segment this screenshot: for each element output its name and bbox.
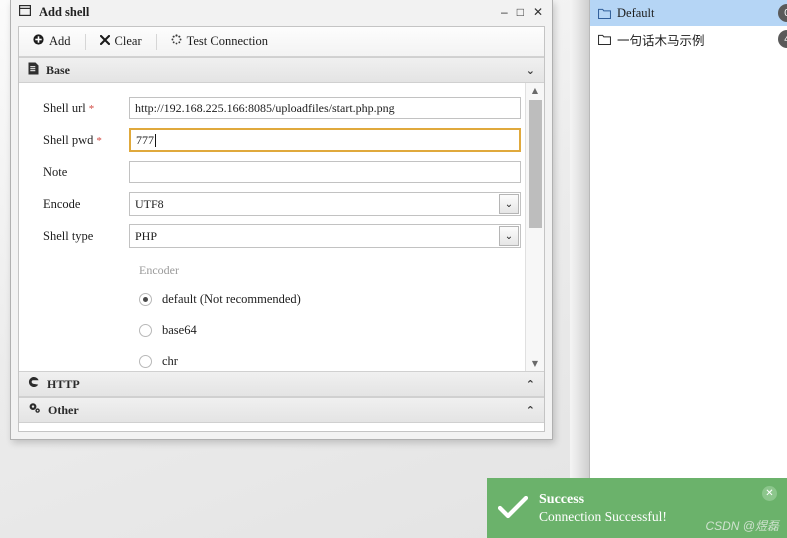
- field-label-text: Shell type: [43, 228, 94, 243]
- plus-circle-icon: [33, 34, 44, 49]
- dialog-toolbar: Add Clear Test Connection: [19, 27, 544, 57]
- folder-icon: [598, 34, 611, 45]
- dialog-titlebar: Add shell – □ ✕: [11, 0, 552, 24]
- radio-icon[interactable]: [139, 293, 152, 306]
- shell-form: Shell url * http://192.168.225.166:8085/u…: [19, 83, 525, 371]
- shell-url-input[interactable]: http://192.168.225.166:8085/uploadfiles/…: [129, 97, 521, 119]
- section-header-base[interactable]: Base ⌄: [19, 57, 544, 83]
- field-label: Encode: [43, 197, 129, 212]
- section-label-http: HTTP: [47, 376, 80, 391]
- field-row-note: Note: [19, 157, 525, 187]
- radio-label: base64: [162, 323, 197, 337]
- tree-item-label: Default: [617, 5, 655, 20]
- radio-option-default[interactable]: default (Not recommended): [19, 284, 525, 315]
- base-section-content: Shell url * http://192.168.225.166:8085/u…: [19, 83, 544, 371]
- note-input[interactable]: [129, 161, 521, 183]
- chevron-down-icon[interactable]: ⌄: [526, 64, 535, 77]
- field-row-shell-url: Shell url * http://192.168.225.166:8085/u…: [19, 93, 525, 123]
- field-label-text: Shell url: [43, 100, 86, 115]
- radio-option-chr[interactable]: chr: [19, 346, 525, 371]
- tree-item-sample[interactable]: 一句话木马示例 4: [590, 26, 787, 52]
- test-connection-button[interactable]: Test Connection: [157, 27, 282, 56]
- chevron-down-icon[interactable]: ⌄: [499, 226, 519, 246]
- shell-pwd-input[interactable]: 777: [129, 128, 521, 152]
- close-icon[interactable]: ✕: [533, 6, 543, 18]
- field-label: Shell type: [43, 229, 129, 244]
- section-header-http[interactable]: HTTP ⌃: [19, 371, 544, 397]
- success-toast: Success Connection Successful! ✕ CSDN @煜…: [487, 478, 787, 538]
- dialog-title: Add shell: [39, 4, 90, 19]
- field-label-text: Shell pwd: [43, 132, 94, 147]
- encoder-group-title: Encoder: [139, 263, 179, 277]
- watermark: CSDN @煜磊: [705, 519, 779, 533]
- required-marker: *: [88, 102, 95, 115]
- chevron-up-icon[interactable]: ⌃: [526, 378, 535, 391]
- form-scrollbar[interactable]: ▲ ▼: [525, 83, 544, 371]
- toast-close-icon[interactable]: ✕: [762, 486, 777, 501]
- add-button-label: Add: [49, 34, 71, 48]
- gears-icon: [28, 402, 41, 418]
- shell-type-select[interactable]: PHP ⌄: [129, 224, 521, 248]
- window-icon: [19, 3, 32, 21]
- browser-icon: [28, 376, 40, 392]
- dialog-body: Add Clear Test Connection Base ⌄ Shell u…: [18, 26, 545, 432]
- field-row-shell-type: Shell type PHP ⌄: [19, 221, 525, 251]
- minimize-icon[interactable]: –: [501, 6, 508, 18]
- radio-icon[interactable]: [139, 355, 152, 368]
- shell-tree-panel: Default 0 一句话木马示例 4: [589, 0, 787, 538]
- text-caret: [155, 133, 156, 147]
- add-button[interactable]: Add: [19, 27, 85, 56]
- maximize-icon[interactable]: □: [517, 6, 524, 18]
- field-label-text: Note: [43, 164, 68, 179]
- tree-item-label: 一句话木马示例: [617, 33, 705, 48]
- tree-item-default[interactable]: Default 0: [590, 0, 787, 26]
- shell-type-value: PHP: [135, 228, 158, 243]
- clear-button[interactable]: Clear: [86, 27, 156, 56]
- field-row-shell-pwd: Shell pwd * 777: [19, 125, 525, 155]
- toast-message: Connection Successful!: [539, 509, 667, 524]
- test-connection-label: Test Connection: [186, 34, 269, 48]
- field-label: Note: [43, 165, 129, 180]
- folder-icon: [598, 8, 611, 19]
- scroll-up-icon[interactable]: ▲: [526, 83, 544, 98]
- radio-option-base64[interactable]: base64: [19, 315, 525, 346]
- scroll-down-icon[interactable]: ▼: [526, 356, 544, 371]
- required-marker: *: [96, 134, 102, 147]
- add-shell-dialog: Add shell – □ ✕ Add Clear Test Connectio…: [10, 0, 553, 440]
- encode-select[interactable]: UTF8 ⌄: [129, 192, 521, 216]
- radio-label: default (Not recommended): [162, 292, 301, 306]
- toast-text: Success Connection Successful!: [539, 491, 667, 525]
- cross-icon: [99, 34, 110, 49]
- section-label-other: Other: [48, 402, 79, 417]
- chevron-up-icon[interactable]: ⌃: [526, 404, 535, 417]
- tree-item-badge: 4: [778, 30, 787, 48]
- field-label: Shell pwd *: [43, 133, 129, 148]
- scrollbar-thumb[interactable]: [529, 100, 542, 228]
- clear-button-label: Clear: [114, 34, 142, 48]
- shell-pwd-value: 777: [136, 132, 154, 147]
- field-label: Shell url *: [43, 101, 129, 116]
- check-icon: [487, 496, 539, 520]
- spinner-icon: [171, 34, 182, 49]
- field-row-encode: Encode UTF8 ⌄: [19, 189, 525, 219]
- panel-splitter[interactable]: [570, 0, 590, 538]
- tree-item-badge: 0: [778, 4, 787, 22]
- radio-icon[interactable]: [139, 324, 152, 337]
- section-label-base: Base: [46, 62, 70, 77]
- toast-title: Success: [539, 492, 585, 507]
- encode-value: UTF8: [135, 196, 164, 211]
- chevron-down-icon[interactable]: ⌄: [499, 194, 519, 214]
- shell-url-value: http://192.168.225.166:8085/uploadfiles/…: [135, 100, 395, 115]
- field-label-text: Encode: [43, 196, 81, 211]
- radio-dot: [143, 297, 148, 302]
- file-icon: [28, 62, 39, 79]
- radio-label: chr: [162, 354, 178, 368]
- section-header-other[interactable]: Other ⌃: [19, 397, 544, 423]
